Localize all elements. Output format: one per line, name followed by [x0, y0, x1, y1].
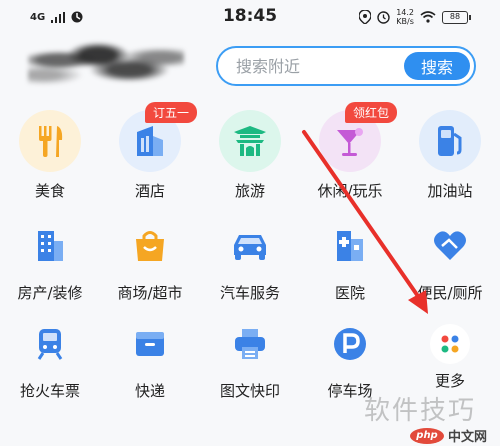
category-label: 更多 [434, 372, 465, 390]
blurred-logo [28, 40, 184, 90]
fork-knife-icon [19, 110, 81, 172]
hotel-building-icon: 订五一 [119, 102, 198, 172]
shopping-bag-icon [122, 218, 178, 274]
category-leisure[interactable]: 领红包 休闲/玩乐 [300, 102, 400, 208]
parking-icon [322, 316, 378, 372]
hotel-badge: 订五一 [145, 102, 198, 123]
heart-hand-icon [422, 218, 478, 274]
category-label: 酒店 [134, 182, 165, 200]
category-label: 休闲/玩乐 [317, 182, 383, 200]
category-convenience[interactable]: 便民/厕所 [400, 212, 500, 312]
category-print-shop[interactable]: 图文快印 [200, 310, 300, 410]
location-icon [359, 10, 372, 24]
apartment-icon [22, 218, 78, 274]
leisure-badge: 领红包 [345, 102, 398, 123]
category-real-estate[interactable]: 房产/装修 [0, 212, 100, 312]
category-auto-service[interactable]: 汽车服务 [200, 212, 300, 312]
printer-icon [222, 316, 278, 372]
network-indicator: 4G [30, 11, 46, 23]
category-hospital[interactable]: 医院 [300, 212, 400, 312]
category-label: 抢火车票 [19, 382, 80, 400]
category-food[interactable]: 美食 [0, 108, 100, 208]
watermark-text: 软件技巧 [364, 396, 477, 426]
signal-icon [51, 11, 66, 23]
speed-value: 14.2 [396, 8, 414, 17]
category-label: 商场/超市 [117, 284, 183, 302]
category-label: 加油站 [427, 182, 473, 200]
category-label: 美食 [34, 182, 65, 200]
header: 搜索 [0, 34, 500, 104]
category-label: 便民/厕所 [417, 284, 483, 302]
battery-indicator: 88 [442, 10, 471, 24]
search-input[interactable] [236, 56, 396, 76]
category-label: 房产/装修 [17, 284, 83, 302]
network-speed: 14.2 KB/s [396, 8, 414, 26]
category-travel[interactable]: 旅游 [200, 108, 300, 208]
parcel-icon [122, 316, 178, 372]
more-dots-icon [430, 324, 470, 364]
speed-unit: KB/s [396, 17, 414, 26]
cocktail-icon: 领红包 [319, 102, 398, 172]
car-icon [222, 218, 278, 274]
php-logo-icon: php [410, 427, 444, 444]
gas-pump-icon [419, 110, 481, 172]
alarm-icon [377, 10, 390, 24]
category-label: 旅游 [234, 182, 265, 200]
category-label: 汽车服务 [219, 284, 280, 302]
status-bar: 4G 14.2 KB/s 88 [0, 0, 500, 34]
category-hotel[interactable]: 订五一 酒店 [100, 102, 200, 208]
category-label: 图文快印 [219, 382, 280, 400]
category-train-tickets[interactable]: 抢火车票 [0, 310, 100, 410]
watermark-logo: php 中文网 [410, 425, 500, 446]
category-gas-station[interactable]: 加油站 [400, 108, 500, 208]
category-label: 医院 [334, 284, 365, 302]
logo-text: 中文网 [448, 430, 488, 445]
dnd-icon [71, 11, 83, 23]
category-mall[interactable]: 商场/超市 [100, 212, 200, 312]
search-button[interactable]: 搜索 [404, 52, 470, 80]
category-express[interactable]: 快递 [100, 310, 200, 410]
status-left: 4G [30, 11, 83, 23]
search-box[interactable]: 搜索 [216, 46, 476, 86]
pagoda-icon [219, 110, 281, 172]
train-icon [22, 316, 78, 372]
category-label: 快递 [134, 382, 165, 400]
status-right: 14.2 KB/s 88 [359, 8, 471, 26]
wifi-icon [420, 11, 436, 23]
hospital-icon [322, 218, 378, 274]
